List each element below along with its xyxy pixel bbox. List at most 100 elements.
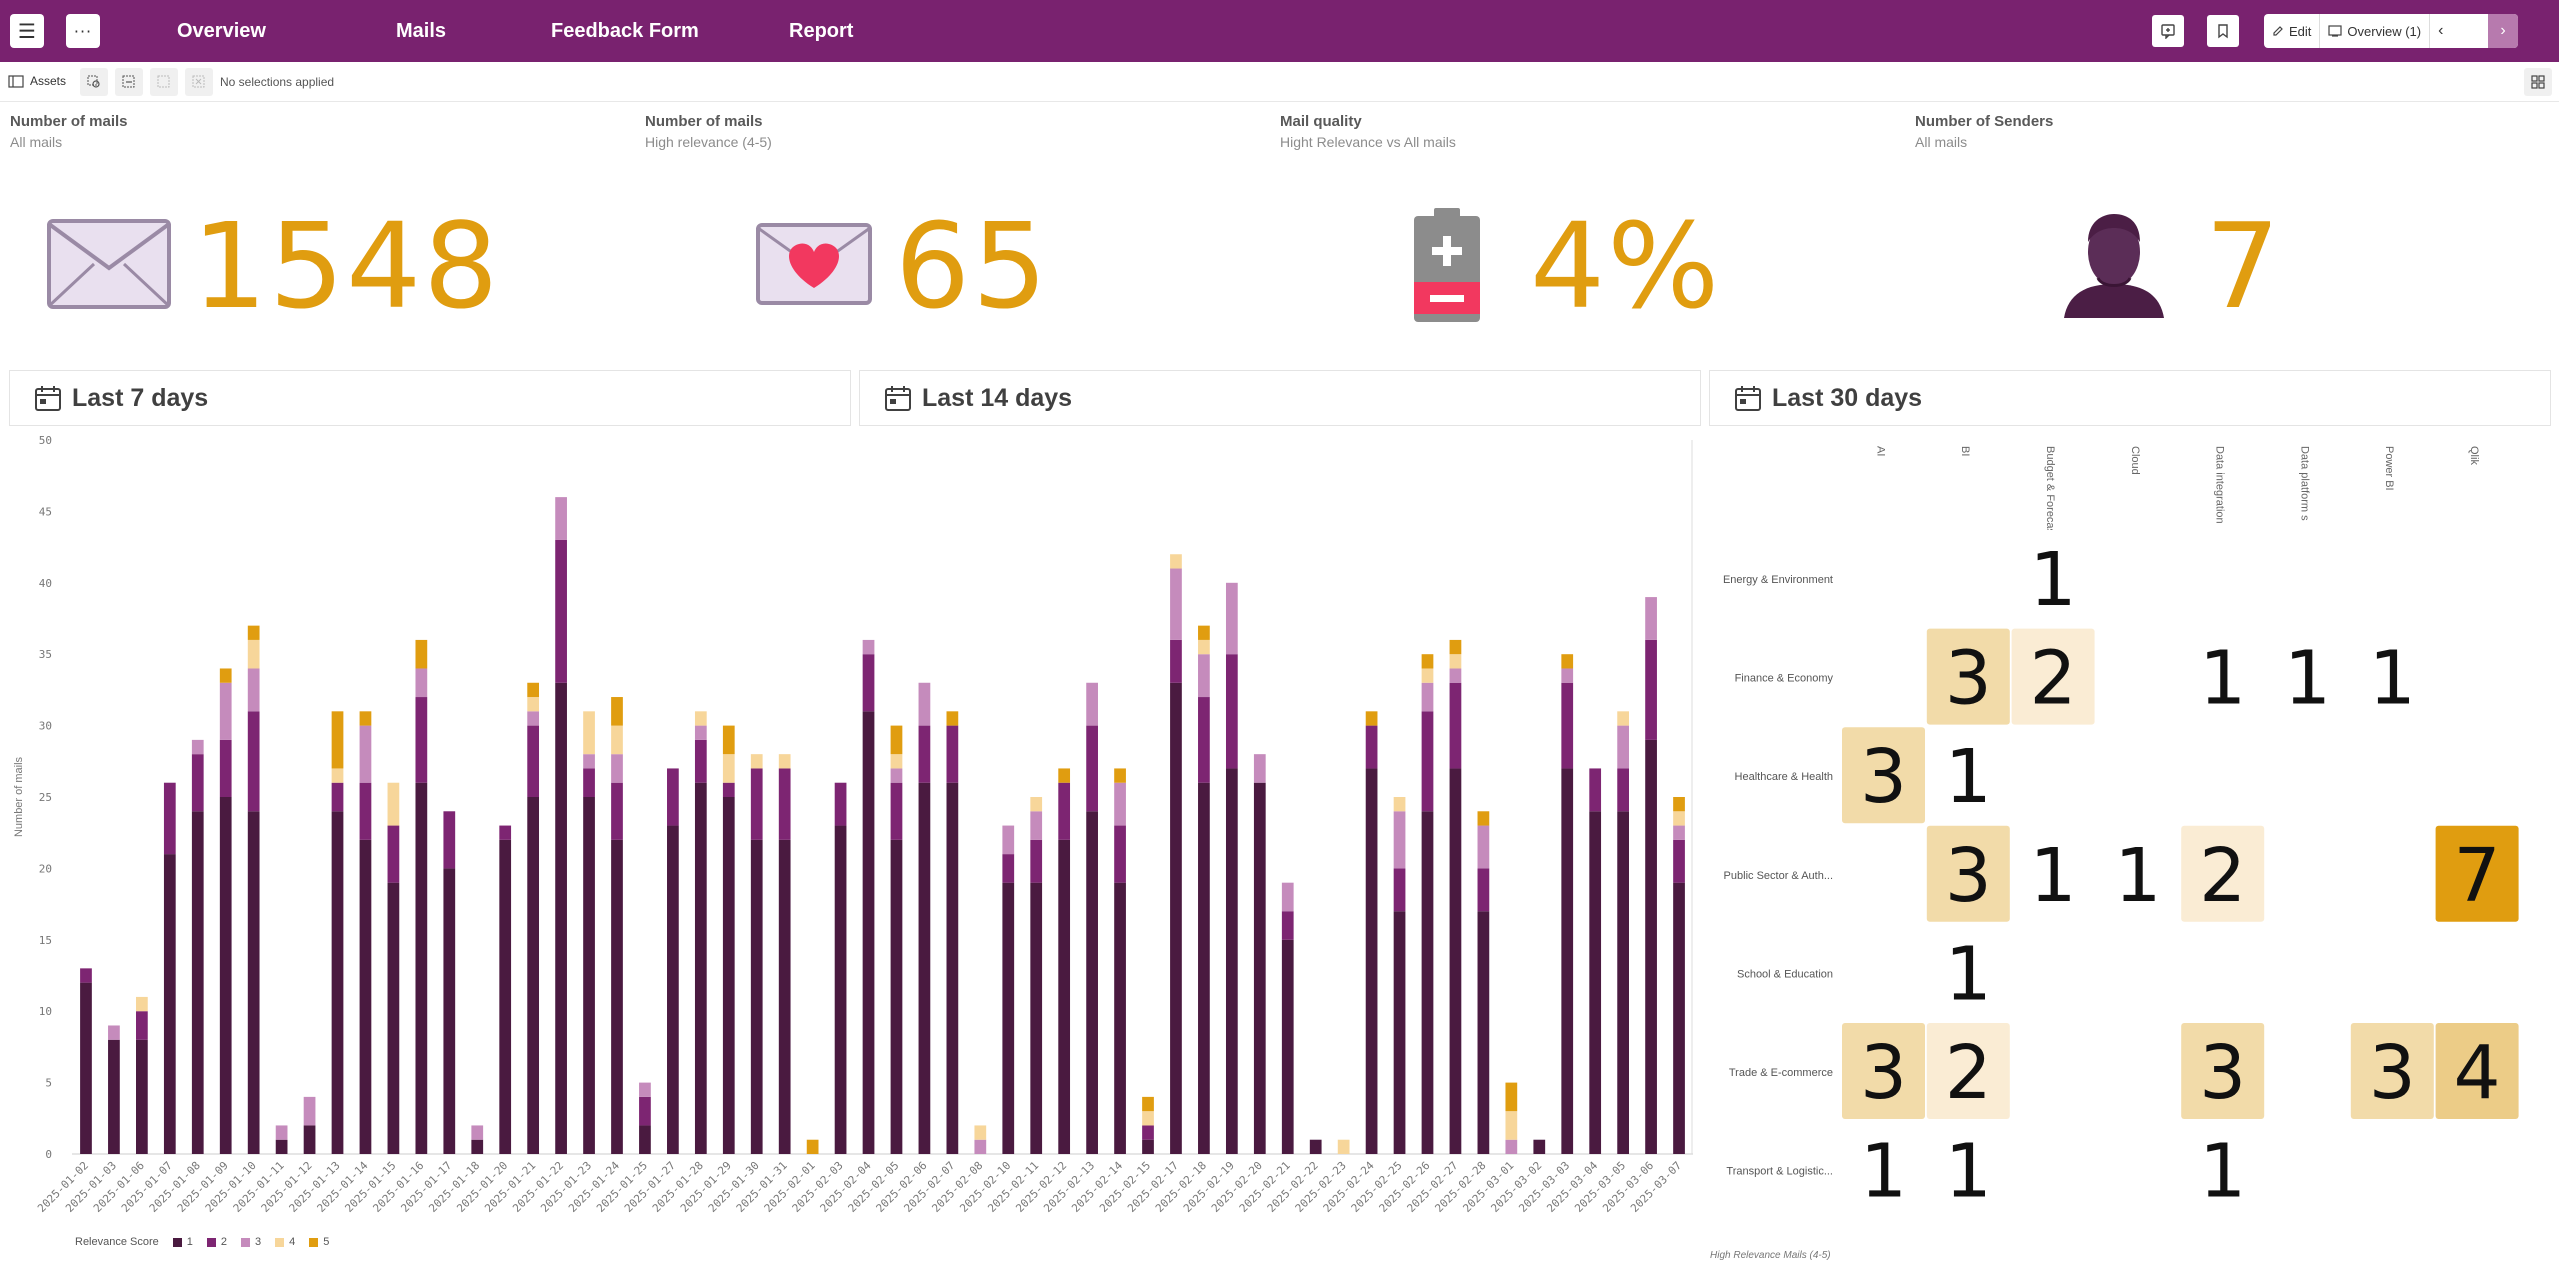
bar-segment-score-3[interactable] — [247, 668, 260, 712]
bar-segment-score-3[interactable] — [1281, 882, 1294, 912]
bar-segment-score-2[interactable] — [387, 825, 400, 883]
bar-segment-score-4[interactable] — [1030, 797, 1043, 812]
bar-segment-score-1[interactable] — [1449, 768, 1462, 1154]
bar-segment-score-5[interactable] — [611, 697, 623, 726]
edit-button[interactable]: Edit — [2264, 14, 2319, 48]
bar-segment-score-3[interactable] — [275, 1125, 288, 1140]
next-sheet-button[interactable]: › — [2488, 14, 2518, 48]
bar-segment-score-3[interactable] — [219, 682, 232, 740]
bar-segment-score-2[interactable] — [1114, 825, 1126, 883]
bar-segment-score-2[interactable] — [639, 1096, 651, 1126]
bar-segment-score-1[interactable] — [415, 782, 428, 1154]
bar-segment-score-1[interactable] — [499, 839, 512, 1154]
bar-segment-score-2[interactable] — [80, 968, 92, 983]
bar-segment-score-3[interactable] — [471, 1125, 484, 1140]
bar-segment-score-3[interactable] — [1645, 597, 1657, 640]
bar-segment-score-2[interactable] — [1086, 725, 1098, 812]
tab-mails[interactable]: Mails — [396, 18, 446, 44]
bar-segment-score-2[interactable] — [1589, 768, 1602, 812]
bar-segment-score-1[interactable] — [247, 811, 260, 1154]
relevance-heatmap[interactable]: AI BI Budget & Forecas Cloud Data integratio… — [1700, 430, 2550, 1240]
hamburger-menu-button[interactable]: ☰ — [10, 14, 44, 48]
section-last-7-days[interactable]: Last 7 days — [9, 370, 851, 426]
bar-segment-score-5[interactable] — [1505, 1082, 1518, 1112]
bar-segment-score-2[interactable] — [694, 739, 707, 783]
bar-segment-score-4[interactable] — [1421, 668, 1434, 683]
tab-report[interactable]: Report — [789, 18, 853, 44]
bar-segment-score-5[interactable] — [890, 725, 903, 755]
bookmark-button[interactable] — [2207, 15, 2239, 47]
bar-segment-score-1[interactable] — [583, 797, 595, 1154]
bar-segment-score-2[interactable] — [136, 1011, 148, 1040]
bar-segment-score-2[interactable] — [1058, 782, 1071, 840]
bar-segment-score-2[interactable] — [1421, 711, 1434, 812]
bar-segment-score-5[interactable] — [722, 725, 735, 755]
bar-segment-score-5[interactable] — [527, 682, 540, 698]
more-options-button[interactable]: ··· — [66, 14, 100, 48]
bar-segment-score-2[interactable] — [834, 782, 847, 826]
bar-segment-score-3[interactable] — [415, 668, 428, 698]
bar-segment-score-5[interactable] — [806, 1139, 819, 1154]
bar-segment-score-3[interactable] — [1225, 582, 1238, 655]
bar-segment-score-1[interactable] — [1309, 1139, 1322, 1154]
bar-segment-score-1[interactable] — [108, 1039, 120, 1154]
bar-segment-score-1[interactable] — [191, 811, 204, 1154]
bar-segment-score-1[interactable] — [778, 839, 791, 1154]
bar-segment-score-2[interactable] — [1449, 682, 1462, 769]
bar-segment-score-2[interactable] — [499, 825, 512, 840]
bar-segment-score-4[interactable] — [890, 754, 903, 769]
bar-segment-score-2[interactable] — [722, 782, 735, 797]
bar-segment-score-1[interactable] — [1198, 782, 1210, 1154]
bar-segment-score-2[interactable] — [946, 725, 959, 783]
bar-segment-score-2[interactable] — [1225, 654, 1238, 769]
bar-segment-score-3[interactable] — [1086, 682, 1098, 726]
bar-segment-score-3[interactable] — [974, 1139, 987, 1154]
bar-segment-score-3[interactable] — [583, 754, 595, 769]
bar-segment-score-3[interactable] — [555, 497, 567, 540]
bar-segment-score-3[interactable] — [1030, 811, 1043, 840]
bar-segment-score-5[interactable] — [1142, 1096, 1154, 1112]
bar-segment-score-2[interactable] — [527, 725, 540, 797]
bar-segment-score-1[interactable] — [862, 711, 875, 1154]
bar-segment-score-1[interactable] — [1030, 882, 1043, 1154]
legend-item-1[interactable]: 1 — [172, 1236, 193, 1248]
tab-overview[interactable]: Overview — [177, 18, 266, 44]
bar-segment-score-2[interactable] — [611, 782, 623, 840]
bar-segment-score-1[interactable] — [331, 811, 344, 1154]
bar-segment-score-1[interactable] — [359, 839, 372, 1154]
bar-segment-score-3[interactable] — [1421, 682, 1434, 712]
bar-segment-score-1[interactable] — [1142, 1139, 1154, 1154]
bar-segment-score-2[interactable] — [750, 768, 763, 840]
bar-segment-score-1[interactable] — [1281, 939, 1294, 1154]
bar-segment-score-3[interactable] — [862, 639, 875, 655]
bar-segment-score-1[interactable] — [1477, 911, 1490, 1154]
bar-segment-score-3[interactable] — [890, 768, 903, 783]
bar-segment-score-2[interactable] — [778, 768, 791, 840]
bar-segment-score-4[interactable] — [1449, 654, 1462, 669]
bar-segment-score-3[interactable] — [694, 725, 707, 740]
bar-segment-score-4[interactable] — [583, 711, 595, 755]
bar-segment-score-1[interactable] — [1365, 768, 1378, 1154]
bar-segment-score-1[interactable] — [750, 839, 763, 1154]
bar-segment-score-3[interactable] — [527, 711, 540, 726]
bar-segment-score-2[interactable] — [1477, 868, 1490, 912]
bar-segment-score-3[interactable] — [1393, 811, 1406, 869]
bar-segment-score-1[interactable] — [1673, 882, 1685, 1154]
bar-segment-score-1[interactable] — [136, 1039, 148, 1154]
legend-item-3[interactable]: 3 — [241, 1236, 261, 1248]
bar-segment-score-5[interactable] — [1114, 768, 1126, 783]
mails-bar-chart[interactable]: 05101520253035404550Number of mails2025-… — [0, 430, 1700, 1230]
bar-segment-score-3[interactable] — [1170, 568, 1182, 640]
bar-segment-score-3[interactable] — [1114, 782, 1126, 826]
bar-segment-score-2[interactable] — [331, 782, 344, 812]
notes-button[interactable] — [2152, 15, 2184, 47]
bar-segment-score-1[interactable] — [694, 782, 707, 1154]
bar-segment-score-2[interactable] — [1170, 639, 1182, 683]
bar-segment-score-2[interactable] — [555, 539, 567, 683]
bar-segment-score-3[interactable] — [1253, 754, 1266, 783]
tab-feedback-form[interactable]: Feedback Form — [551, 18, 699, 44]
bar-segment-score-1[interactable] — [1645, 739, 1657, 1154]
bar-segment-score-3[interactable] — [303, 1096, 316, 1126]
bar-segment-score-3[interactable] — [1198, 654, 1210, 698]
clear-selections-button[interactable] — [185, 68, 213, 96]
